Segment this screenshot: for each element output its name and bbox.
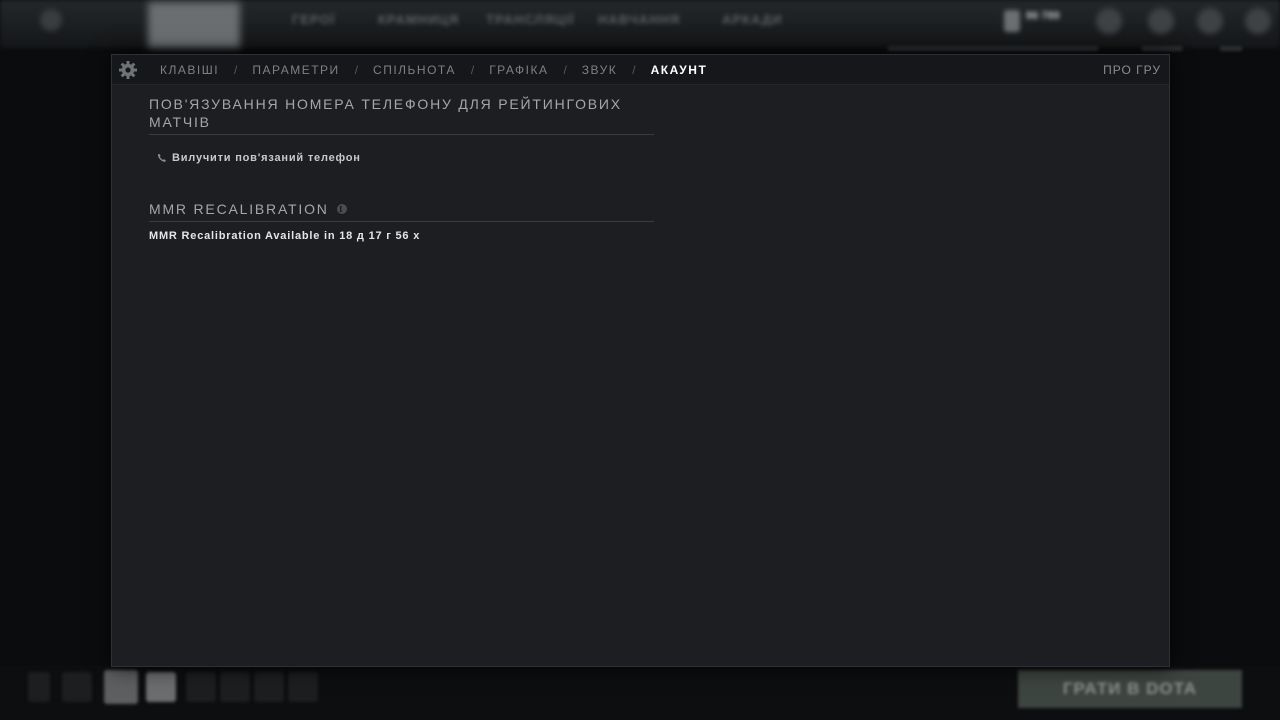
tab-audio[interactable]: ЗВУК — [582, 63, 617, 77]
background-chat-icon — [1148, 8, 1174, 34]
background-dota-logo — [148, 2, 240, 48]
tab-separator: / — [632, 62, 636, 77]
background-bottom-icon — [28, 672, 50, 702]
background-nav-learn: НАВЧАННЯ — [598, 12, 681, 27]
phone-section-title: ПОВ'ЯЗУВАННЯ НОМЕРА ТЕЛЕФОНУ ДЛЯ РЕЙТИНГ… — [149, 95, 654, 135]
account-settings-content: ПОВ'ЯЗУВАННЯ НОМЕРА ТЕЛЕФОНУ ДЛЯ РЕЙТИНГ… — [149, 95, 654, 242]
background-play-button: ГРАТИ В DOTA — [1018, 670, 1242, 708]
tab-separator: / — [563, 62, 567, 77]
background-party-slot — [254, 672, 284, 702]
background-status-strip — [1142, 46, 1182, 51]
background-bottom-icon — [62, 672, 92, 702]
tab-account[interactable]: АКАУНТ — [651, 63, 708, 77]
background-nav-store: КРАМНИЦЯ — [378, 12, 460, 27]
background-globe-icon — [1197, 8, 1223, 34]
background-status-strip — [1220, 46, 1242, 51]
background-bottom-icon — [146, 672, 176, 702]
background-friends-icon — [1096, 8, 1122, 34]
tab-video[interactable]: ГРАФІКА — [489, 63, 548, 77]
settings-tabs: КЛАВІШІ / ПАРАМЕТРИ / СПІЛЬНОТА / ГРАФІК… — [160, 55, 707, 84]
shard-icon — [1004, 10, 1020, 32]
settings-tab-bar: КЛАВІШІ / ПАРАМЕТРИ / СПІЛЬНОТА / ГРАФІК… — [112, 55, 1169, 85]
tab-options[interactable]: ПАРАМЕТРИ — [252, 63, 339, 77]
background-settings-icon — [40, 9, 62, 31]
mmr-section-title: MMR RECALIBRATION — [149, 201, 329, 217]
about-game-link[interactable]: ПРО ГРУ — [1103, 63, 1161, 77]
unlink-phone-button[interactable]: Вилучити пов'язаний телефон — [157, 152, 654, 164]
background-nav-watch: ТРАНСЛЯЦІЇ — [486, 12, 575, 27]
unlink-phone-label: Вилучити пов'язаний телефон — [172, 152, 361, 164]
background-avatar — [1245, 8, 1271, 34]
tab-separator: / — [234, 62, 238, 77]
background-status-strip — [888, 46, 1098, 51]
background-party-slot — [186, 672, 216, 702]
phone-icon — [157, 153, 166, 162]
settings-panel: КЛАВІШІ / ПАРАМЕТРИ / СПІЛЬНОТА / ГРАФІК… — [111, 54, 1170, 667]
info-icon[interactable]: i — [336, 204, 347, 214]
tab-social[interactable]: СПІЛЬНОТА — [373, 63, 456, 77]
tab-separator: / — [354, 62, 359, 77]
background-nav-arcade: АРКАДИ — [722, 12, 783, 27]
background-hero-slot — [104, 670, 138, 704]
mmr-section-header: MMR RECALIBRATION i — [149, 200, 654, 222]
background-party-slot — [220, 672, 250, 702]
background-nav-heroes: ГЕРОЇ — [292, 12, 336, 27]
tab-separator: / — [470, 62, 475, 77]
gear-icon[interactable] — [118, 60, 138, 80]
shard-count: 86 789 — [1026, 10, 1060, 22]
background-party-slot — [288, 672, 318, 702]
tab-hotkeys[interactable]: КЛАВІШІ — [160, 63, 219, 77]
background-shards: 86 789 — [1004, 8, 1068, 34]
mmr-recalibration-status: MMR Recalibration Available in 18 д 17 г… — [149, 230, 421, 242]
